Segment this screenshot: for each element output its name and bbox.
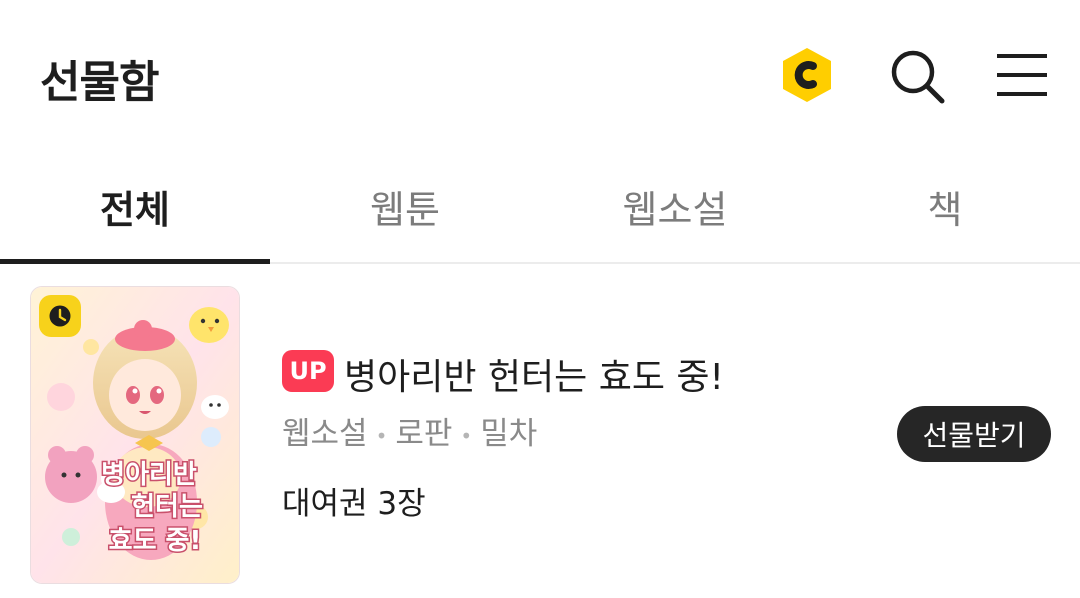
search-icon[interactable] (889, 48, 945, 104)
item-title[interactable]: 병아리반 헌터는 효도 중! (344, 348, 724, 400)
meta-separator: • (375, 423, 388, 448)
cover-title-line3: 효도 중! (109, 526, 202, 556)
page-title: 선물함 (40, 57, 159, 108)
coin-icon[interactable] (780, 46, 834, 104)
meta-separator: • (460, 423, 473, 448)
top-header: 선물함 (0, 0, 1080, 150)
tab-webtoon[interactable]: 웹툰 (270, 150, 540, 262)
meta-subgenre: 로판 (395, 416, 453, 452)
meta-author: 밀차 (480, 416, 538, 452)
menu-icon[interactable] (996, 52, 1048, 98)
cover-thumbnail[interactable]: 병아리반 헌터는 효도 중! (30, 286, 240, 584)
category-tabs: 전체 웹툰 웹소설 책 (0, 150, 1080, 264)
up-badge: UP (282, 350, 334, 392)
cover-title-line2: 헌터는 (131, 492, 203, 522)
tab-book[interactable]: 책 (810, 150, 1080, 262)
rental-ticket-count: 대여권 3장 (282, 486, 426, 522)
gift-list-item[interactable]: 병아리반 헌터는 효도 중! UP 병아리반 헌터는 효도 중! 웹소설 • 로판 •… (0, 264, 1080, 598)
clock-icon (39, 295, 81, 337)
cover-title-line1: 병아리반 (101, 460, 197, 490)
item-meta: 웹소설 • 로판 • 밀차 (282, 408, 537, 453)
meta-genre: 웹소설 (282, 416, 368, 452)
tab-all[interactable]: 전체 (0, 150, 270, 262)
tab-webnovel[interactable]: 웹소설 (540, 150, 810, 262)
receive-gift-button[interactable]: 선물받기 (897, 406, 1051, 462)
